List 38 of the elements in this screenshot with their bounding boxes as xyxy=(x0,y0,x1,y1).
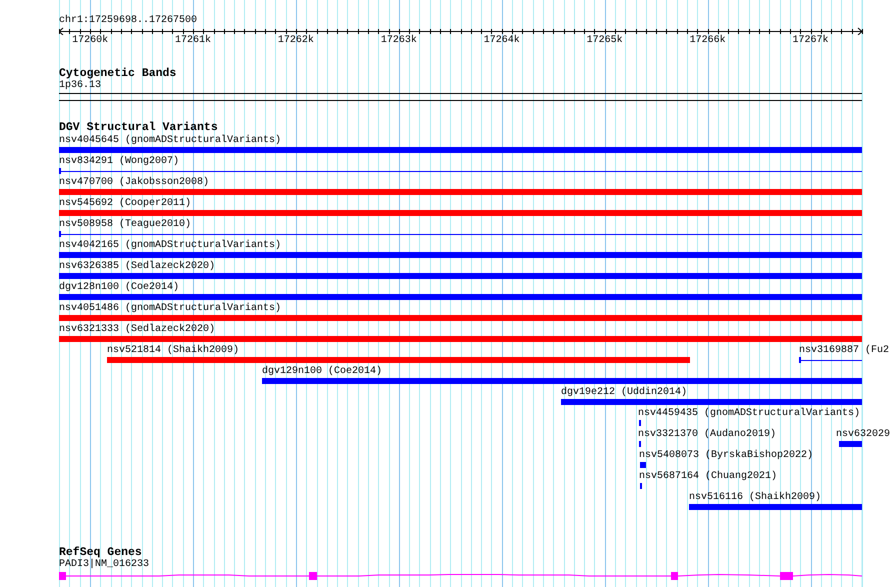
tick-label: 17263k xyxy=(380,35,418,46)
gene-model-drawing[interactable] xyxy=(59,572,862,580)
variant-bar[interactable] xyxy=(799,357,862,363)
band-label: 1p36.13 xyxy=(59,80,102,91)
ruler-range-label: chr1:17259698..17267500 xyxy=(59,15,198,27)
track-title: Cytogenetic Bands xyxy=(59,68,178,80)
gene-label: PADI3|NM_016233 xyxy=(59,559,150,570)
variant-label: nsv5687164 (Chuang2021) xyxy=(639,471,778,482)
tick-label: 17262k xyxy=(276,35,315,46)
variant-bar[interactable] xyxy=(59,168,862,174)
variant-label: nsv521814 (Shaikh2009) xyxy=(107,345,240,356)
variant-label: nsv6321333 (Sedlazeck2020) xyxy=(59,324,216,335)
track-title: DGV Structural Variants xyxy=(59,122,219,134)
variant-label: nsv6326385 (Sedlazeck2020) xyxy=(59,261,216,272)
variant-label: nsv632029 xyxy=(836,429,890,440)
variant-label: nsv4045645 (gnomADStructuralVariants) xyxy=(59,135,282,146)
variant-label: dgv129n100 (Coe2014) xyxy=(262,366,382,377)
variant-label: nsv4042165 (gnomADStructuralVariants) xyxy=(59,240,282,251)
tick-label: 17260k xyxy=(71,35,110,46)
tick-label: 17266k xyxy=(688,35,727,46)
variant-label: dgv128n100 (Coe2014) xyxy=(59,282,180,293)
variant-label: nsv4459435 (gnomADStructuralVariants) xyxy=(638,408,860,419)
variant-label: nsv3169887 (Fu2 xyxy=(799,345,890,356)
variant-label: nsv516116 (Shaikh2009) xyxy=(689,492,822,503)
track-title: RefSeq Genes xyxy=(59,547,142,559)
tick-label: 17267k xyxy=(792,35,830,46)
variant-bar[interactable] xyxy=(59,231,862,237)
tick-label: 17265k xyxy=(586,35,624,46)
tick-label: 17261k xyxy=(174,35,212,46)
variant-label: nsv545692 (Cooper2011) xyxy=(59,198,192,209)
variant-label: nsv3321370 (Audano2019) xyxy=(638,429,776,440)
variant-label: nsv4051486 (gnomADStructuralVariants) xyxy=(59,303,282,314)
variant-label: nsv5408073 (ByrskaBishop2022) xyxy=(639,450,814,461)
variant-label: nsv834291 (Wong2007) xyxy=(59,156,180,167)
variant-label: nsv470700 (Jakobsson2008) xyxy=(59,177,210,188)
variant-label: nsv508958 (Teague2010) xyxy=(59,219,192,230)
variant-label: dgv19e212 (Uddin2014) xyxy=(561,387,688,398)
tick-label: 17264k xyxy=(482,35,521,46)
